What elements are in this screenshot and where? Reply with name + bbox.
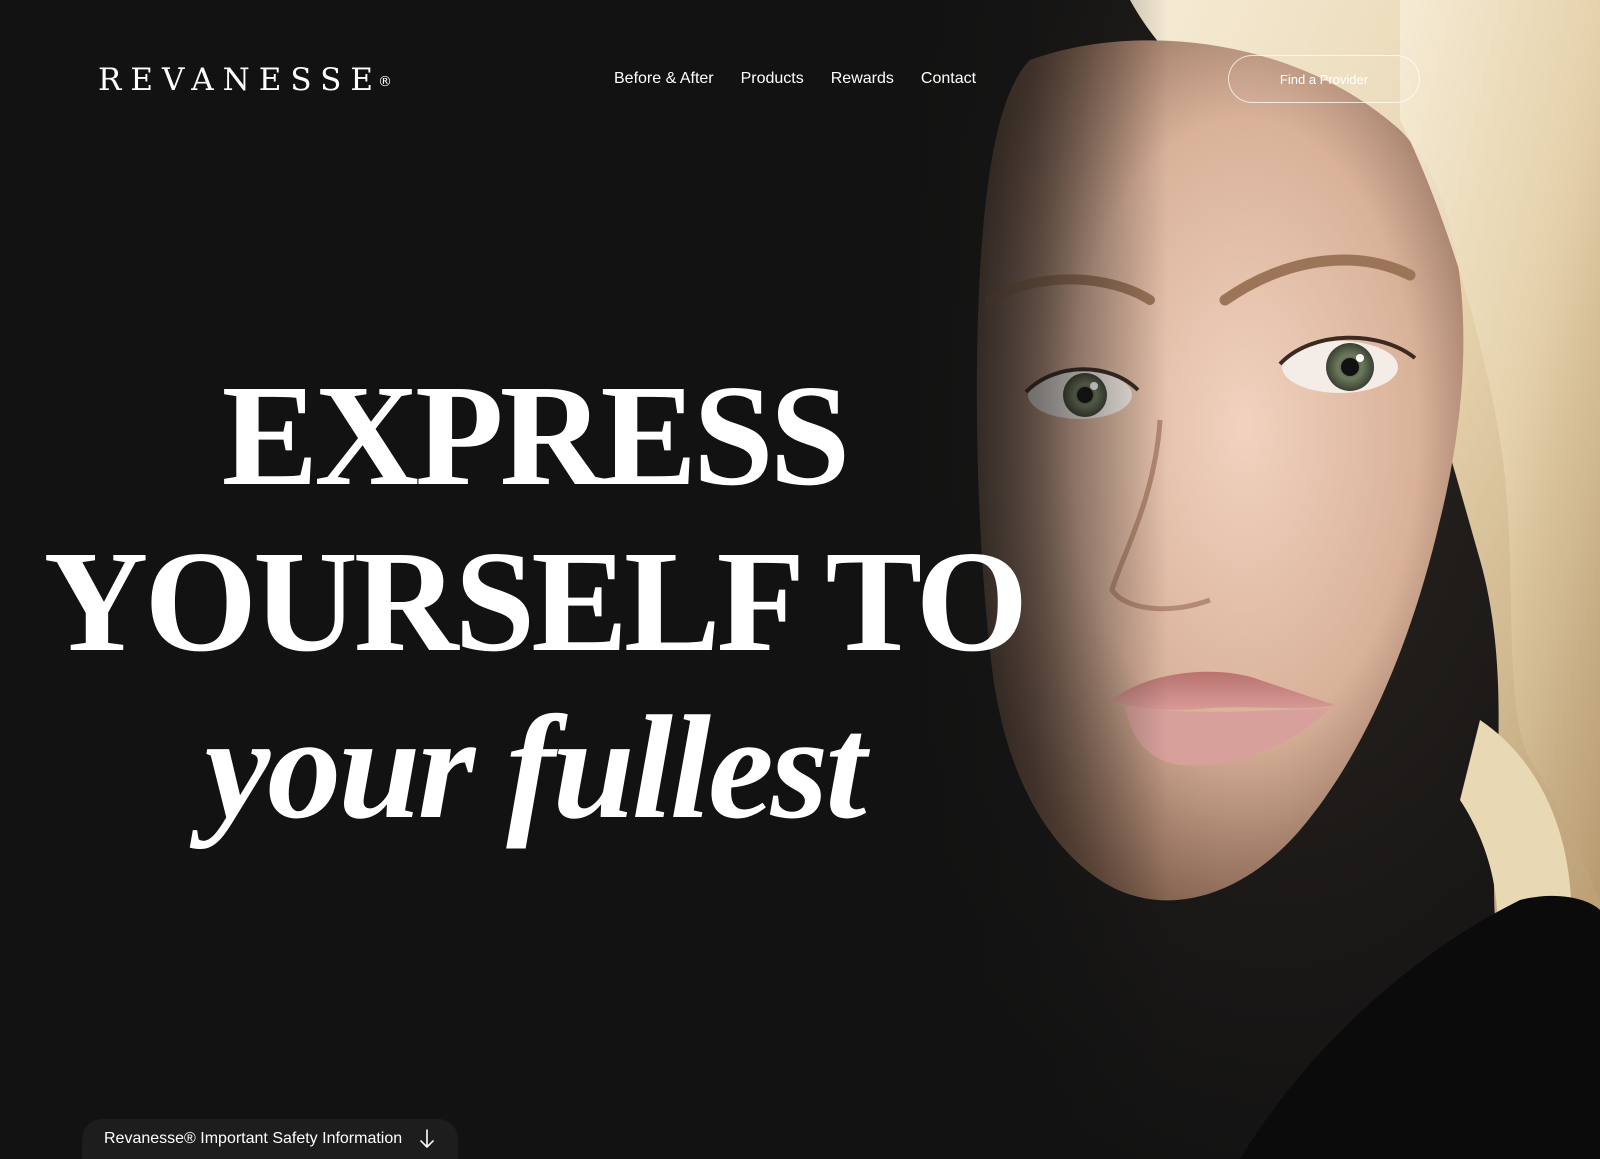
safety-info-tab[interactable]: Revanesse® Important Safety Information	[82, 1119, 459, 1159]
nav-item-before-after[interactable]: Before & After	[614, 68, 714, 90]
nav-item-products[interactable]: Products	[741, 68, 804, 90]
nav-item-contact[interactable]: Contact	[921, 68, 976, 90]
nav-item-rewards[interactable]: Rewards	[831, 68, 894, 90]
headline-line-3: your fullest	[204, 686, 867, 851]
headline-line-2: YOURSELF TO	[43, 522, 1029, 683]
find-provider-button[interactable]: Find a Provider	[1228, 55, 1420, 103]
arrow-down-icon	[420, 1129, 434, 1149]
registered-mark: ®	[377, 74, 392, 90]
logo-text: REVANESSE	[98, 62, 382, 98]
hero-section: REVANESSE® Before & After Products Rewar…	[0, 0, 1600, 1159]
headline-line-1: EXPRESS	[221, 356, 851, 517]
hero-headline: EXPRESS YOURSELF TO your fullest	[0, 353, 1068, 851]
safety-info-label: Revanesse® Important Safety Information	[104, 1130, 403, 1147]
main-nav: Before & After Products Rewards Contact	[614, 68, 976, 90]
brand-logo[interactable]: REVANESSE®	[98, 62, 396, 98]
